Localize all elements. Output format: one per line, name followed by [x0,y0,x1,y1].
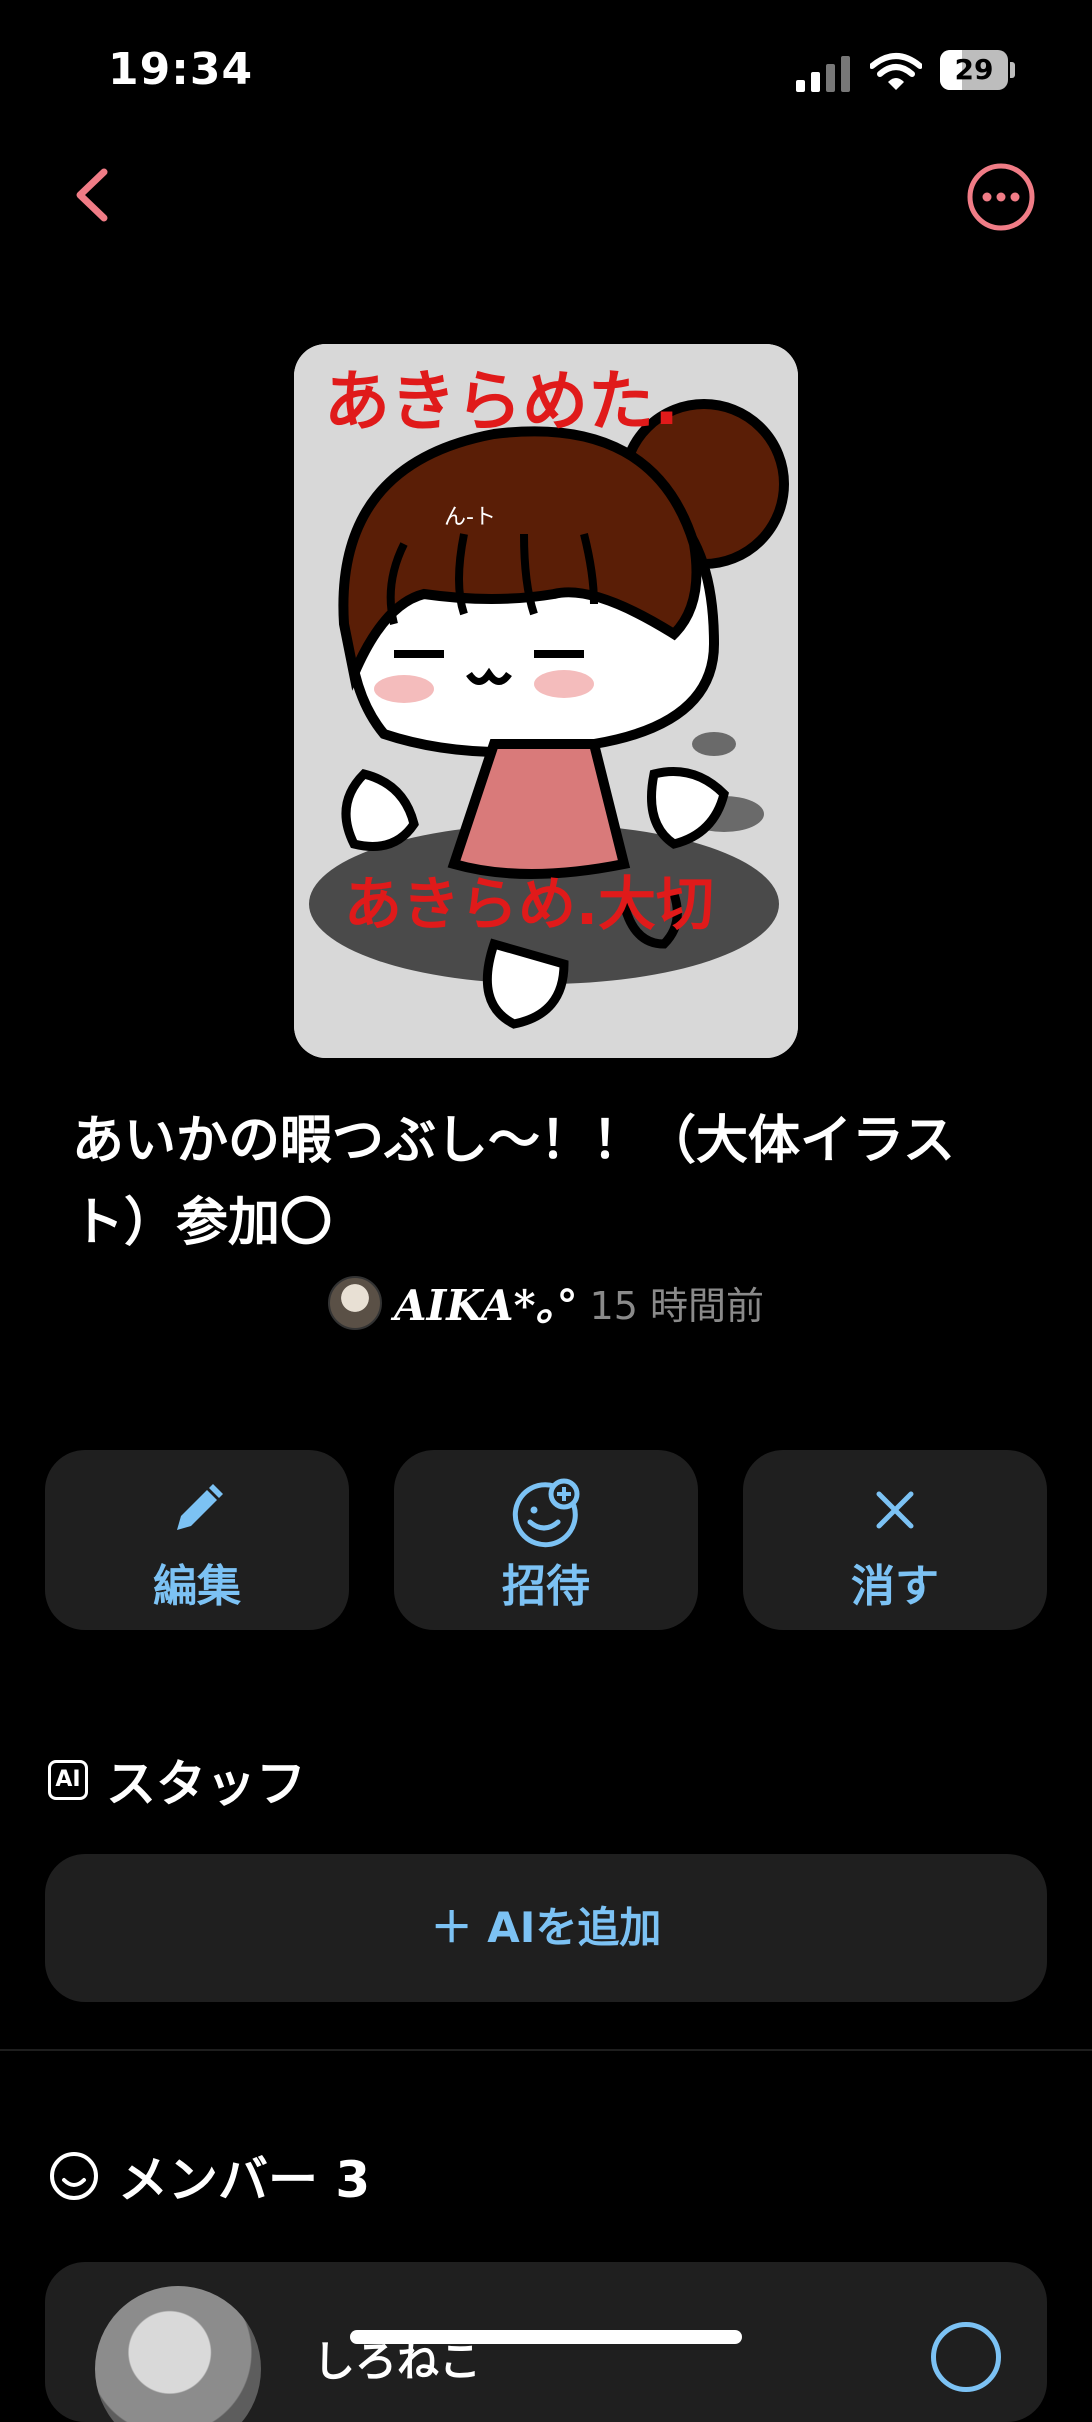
staff-section-header: AI スタッフ [48,1744,306,1816]
smile-icon [50,2152,98,2200]
delete-button[interactable]: 消す [743,1450,1047,1630]
cover-illustration-icon: あきらめた. あきらめ.大切 ん-ト [294,344,798,1058]
invite-label: 招待 [502,1561,590,1612]
status-time: 19:34 [108,44,254,95]
members-title: メンバー 3 [118,2151,371,2209]
author-row[interactable]: AIKA*｡° 15 時間前 [0,1272,1092,1336]
pencil-icon [177,1484,223,1530]
ai-badge-icon: AI [48,1760,88,1800]
member-action-icon[interactable] [931,2322,1001,2392]
posted-time: 15 時間前 [589,1284,765,1328]
cover-bottom-text: あきらめ.大切 [344,870,714,938]
room-title: あいかの暇つぶし〜！！（大体イラスト）参加〇 [72,1111,955,1253]
staff-title: スタッフ [106,1755,306,1813]
edit-label: 編集 [153,1561,241,1612]
author-name[interactable]: AIKA*｡° [394,1272,578,1333]
member-avatar[interactable] [95,2286,261,2422]
cover-top-text: あきらめた. [324,363,679,440]
edit-button[interactable]: 編集 [45,1450,349,1630]
add-person-smile-icon [512,1478,580,1548]
section-divider [0,2049,1092,2051]
cover-hair-text: ん-ト [444,505,496,530]
close-icon [876,1491,914,1529]
battery-level: 29 [954,53,994,86]
more-options-icon[interactable] [966,162,1036,232]
add-ai-button[interactable]: ＋ AIを追加 [45,1854,1047,2002]
wifi-icon [870,53,922,90]
back-chevron-icon[interactable] [62,160,122,230]
cellular-signal-icon [796,56,850,92]
battery-icon: 29 [940,50,1016,92]
home-indicator[interactable] [350,2330,742,2344]
room-cover-image[interactable]: あきらめた. あきらめ.大切 ん-ト [294,344,798,1058]
delete-label: 消す [851,1561,939,1612]
invite-button[interactable]: 招待 [394,1450,698,1630]
members-section-header: メンバー 3 [48,2140,370,2212]
author-avatar[interactable] [327,1275,382,1330]
